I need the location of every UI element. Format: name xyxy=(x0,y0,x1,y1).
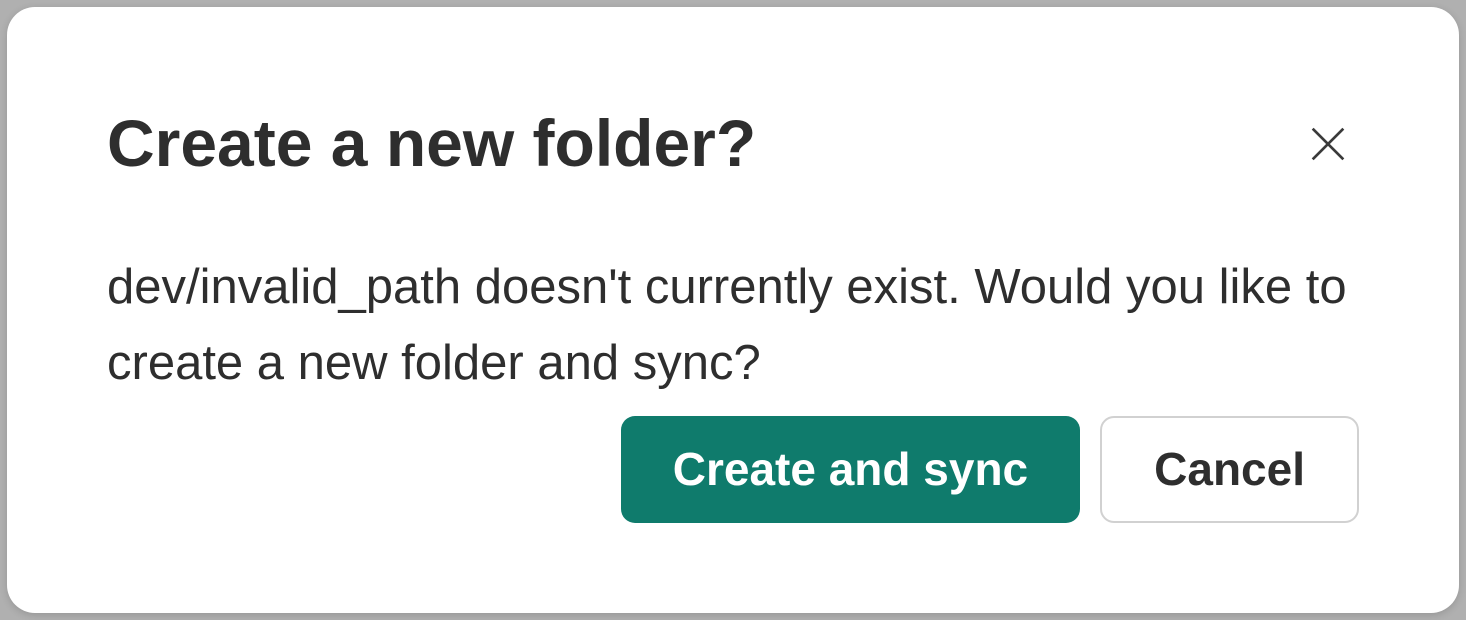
create-folder-dialog: Create a new folder? dev/invalid_path do… xyxy=(7,7,1459,613)
cancel-button[interactable]: Cancel xyxy=(1100,416,1359,523)
close-button[interactable] xyxy=(1297,113,1359,175)
dialog-header: Create a new folder? xyxy=(107,107,1359,180)
close-icon xyxy=(1305,121,1351,167)
create-and-sync-button[interactable]: Create and sync xyxy=(621,416,1080,523)
dialog-footer: Create and sync Cancel xyxy=(621,416,1359,523)
dialog-body-text: dev/invalid_path doesn't currently exist… xyxy=(107,250,1357,402)
dialog-title: Create a new folder? xyxy=(107,107,756,180)
